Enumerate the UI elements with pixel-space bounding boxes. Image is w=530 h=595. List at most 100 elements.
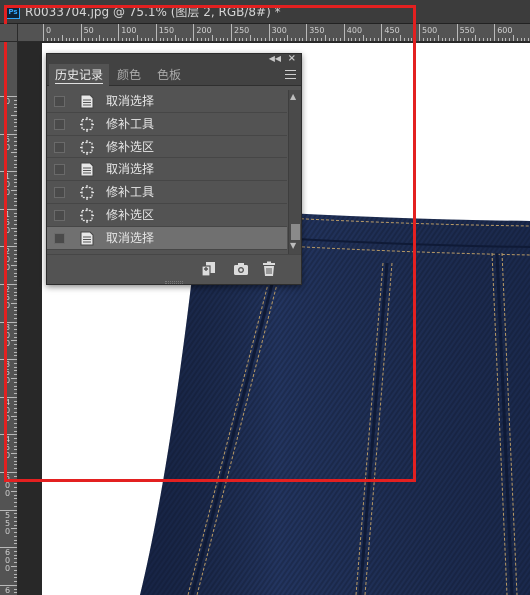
ruler-minor-tick: [490, 38, 492, 41]
snapshot-source-checkbox[interactable]: [54, 187, 65, 199]
ruler-minor-tick: [482, 38, 484, 41]
ruler-minor-tick: [434, 38, 436, 41]
ruler-minor-tick: [452, 38, 454, 41]
ruler-minor-tick: [14, 502, 17, 504]
history-state-row[interactable]: 修补选区: [47, 136, 287, 159]
ruler-minor-tick: [513, 35, 514, 41]
ruler-minor-tick: [14, 592, 17, 594]
ruler-major-tick: [456, 24, 458, 41]
ruler-major-tick: [419, 24, 420, 41]
snapshot-source-checkbox[interactable]: [54, 164, 65, 176]
panel-resize-grip[interactable]: [165, 281, 183, 284]
ruler-major-tick: [494, 24, 496, 41]
panel-drag-bar[interactable]: ◀◀ ×: [47, 53, 301, 64]
ruler-minor-tick: [14, 487, 17, 489]
patch-tool-icon: [80, 116, 94, 132]
ruler-minor-tick: [464, 38, 466, 41]
scroll-thumb[interactable]: [291, 224, 300, 240]
snapshot-source-checkbox[interactable]: [54, 209, 65, 221]
history-scrollbar[interactable]: ▲ ▼: [288, 90, 301, 254]
panel-menu-icon[interactable]: [285, 70, 296, 79]
history-state-label: 取消选择: [106, 162, 155, 177]
close-icon[interactable]: ×: [288, 53, 296, 64]
document-state-icon: [80, 162, 94, 177]
ruler-minor-tick: [437, 35, 439, 41]
ruler-minor-tick: [524, 38, 526, 41]
ruler-minor-tick: [14, 524, 17, 526]
ruler-minor-tick: [520, 38, 522, 41]
ruler-minor-tick: [467, 38, 469, 41]
ruler-minor-tick: [14, 532, 17, 534]
patch-tool-icon: [80, 185, 94, 201]
history-state-label: 修补选区: [106, 207, 155, 222]
ruler-tick-label: 600: [497, 26, 513, 35]
history-panel-footer: [47, 254, 301, 284]
trash-delete-icon[interactable]: [260, 260, 278, 278]
ruler-minor-tick: [14, 554, 17, 556]
ruler-minor-tick: [14, 543, 17, 545]
ruler-minor-tick: [11, 566, 17, 567]
ruler-origin-corner[interactable]: [0, 24, 18, 42]
ruler-minor-tick: [14, 535, 17, 537]
ruler-minor-tick: [14, 558, 17, 560]
ruler-tick-label: 650: [4, 585, 11, 595]
ruler-minor-tick: [14, 569, 17, 571]
ruler-minor-tick: [14, 588, 17, 590]
ruler-minor-tick: [14, 517, 17, 519]
history-state-row-current[interactable]: 取消选择: [47, 226, 287, 250]
snapshot-source-checkbox[interactable]: [54, 118, 65, 130]
ruler-minor-tick: [11, 490, 17, 492]
history-state-row[interactable]: 修补选区: [47, 204, 287, 227]
ruler-minor-tick: [14, 581, 17, 583]
history-state-label: 修补工具: [106, 185, 155, 200]
ruler-tick-label: 550: [459, 26, 475, 35]
ruler-minor-tick: [14, 494, 17, 496]
document-state-icon: [80, 231, 94, 246]
history-state-label: 修补选区: [106, 139, 155, 154]
ruler-minor-tick: [509, 38, 511, 41]
ruler-minor-tick: [441, 38, 443, 41]
ruler-minor-tick: [430, 38, 432, 41]
history-state-row[interactable]: 修补工具: [47, 181, 287, 204]
patch-selection-icon: [80, 139, 94, 155]
history-state-row[interactable]: 取消选择: [47, 90, 287, 113]
ruler-tick-label: 500: [422, 26, 438, 35]
ruler-minor-tick: [11, 528, 17, 530]
ruler-minor-tick: [14, 539, 17, 541]
ruler-tick-label: 600: [4, 548, 11, 574]
tab-swatches[interactable]: 色板: [151, 64, 187, 86]
ruler-minor-tick: [479, 38, 481, 41]
document-state-icon: [80, 94, 94, 109]
ruler-minor-tick: [486, 38, 488, 41]
tab-color[interactable]: 颜色: [111, 64, 147, 86]
history-panel[interactable]: ◀◀ × 历史记录 颜色 色板 取消选择 修补工具 修补选区 取消选择 修补工具…: [46, 53, 302, 285]
ruler-minor-tick: [445, 38, 447, 41]
ruler-minor-tick: [14, 513, 17, 515]
snapshot-source-checkbox[interactable]: [54, 141, 65, 153]
scroll-down-icon[interactable]: ▼: [290, 241, 296, 250]
collapse-panel-icon[interactable]: ◀◀: [269, 54, 281, 64]
ruler-minor-tick: [14, 505, 17, 507]
ruler-minor-tick: [14, 498, 17, 500]
ruler-minor-tick: [501, 38, 503, 41]
ruler-minor-tick: [528, 38, 530, 41]
ruler-minor-tick: [422, 38, 424, 41]
ruler-minor-tick: [426, 38, 428, 41]
snapshot-source-checkbox[interactable]: [54, 96, 65, 107]
history-state-label: 取消选择: [106, 94, 155, 108]
history-state-label: 取消选择: [106, 230, 155, 245]
history-state-row[interactable]: 修补工具: [47, 113, 287, 136]
camera-snapshot-icon[interactable]: [232, 260, 250, 278]
ruler-minor-tick: [14, 562, 17, 564]
new-document-from-state-icon[interactable]: [200, 260, 218, 278]
scroll-up-icon[interactable]: ▲: [290, 92, 296, 101]
snapshot-source-checkbox[interactable]: [54, 232, 65, 244]
ruler-minor-tick: [475, 35, 477, 41]
ruler-minor-tick: [449, 38, 451, 41]
ruler-tick-label: 550: [4, 510, 11, 536]
history-state-row[interactable]: 取消选择: [47, 158, 287, 182]
tab-history[interactable]: 历史记录: [49, 64, 110, 86]
ruler-minor-tick: [471, 38, 473, 41]
ruler-minor-tick: [497, 38, 499, 41]
ruler-minor-tick: [14, 573, 17, 575]
